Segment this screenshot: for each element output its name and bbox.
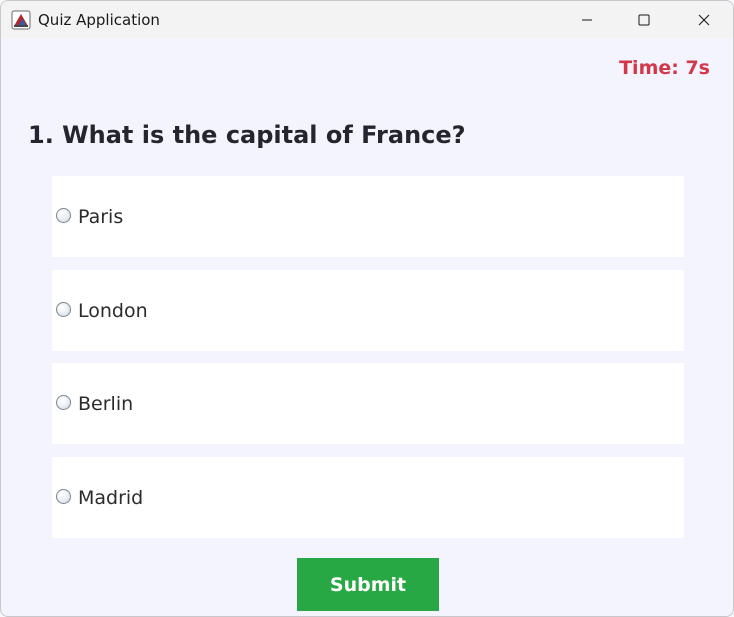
option-label: Madrid	[78, 487, 144, 509]
radio-button[interactable]	[56, 395, 71, 410]
radio-button[interactable]	[56, 489, 71, 504]
window-title: Quiz Application	[38, 11, 160, 29]
radio-button[interactable]	[56, 208, 71, 223]
option-berlin[interactable]: Berlin	[52, 363, 684, 444]
close-button[interactable]	[681, 1, 727, 38]
minimize-icon	[582, 19, 592, 20]
option-paris[interactable]: Paris	[52, 176, 684, 257]
submit-button[interactable]: Submit	[297, 558, 439, 611]
title-bar: Quiz Application	[1, 1, 733, 38]
maximize-button[interactable]	[621, 1, 667, 38]
close-icon	[698, 14, 710, 25]
timer-label: Time: 7s	[619, 57, 710, 79]
maximize-icon	[638, 14, 650, 25]
minimize-button[interactable]	[564, 1, 610, 38]
option-label: London	[78, 300, 148, 322]
option-london[interactable]: London	[52, 270, 684, 351]
option-madrid[interactable]: Madrid	[52, 457, 684, 538]
option-label: Berlin	[78, 393, 134, 415]
radio-button[interactable]	[56, 302, 71, 317]
question-text: 1. What is the capital of France?	[28, 121, 466, 149]
quiz-window: Quiz Application Time: 7s 1. What is the…	[0, 0, 734, 617]
option-label: Paris	[78, 206, 124, 228]
java-coffee-icon	[11, 10, 31, 30]
